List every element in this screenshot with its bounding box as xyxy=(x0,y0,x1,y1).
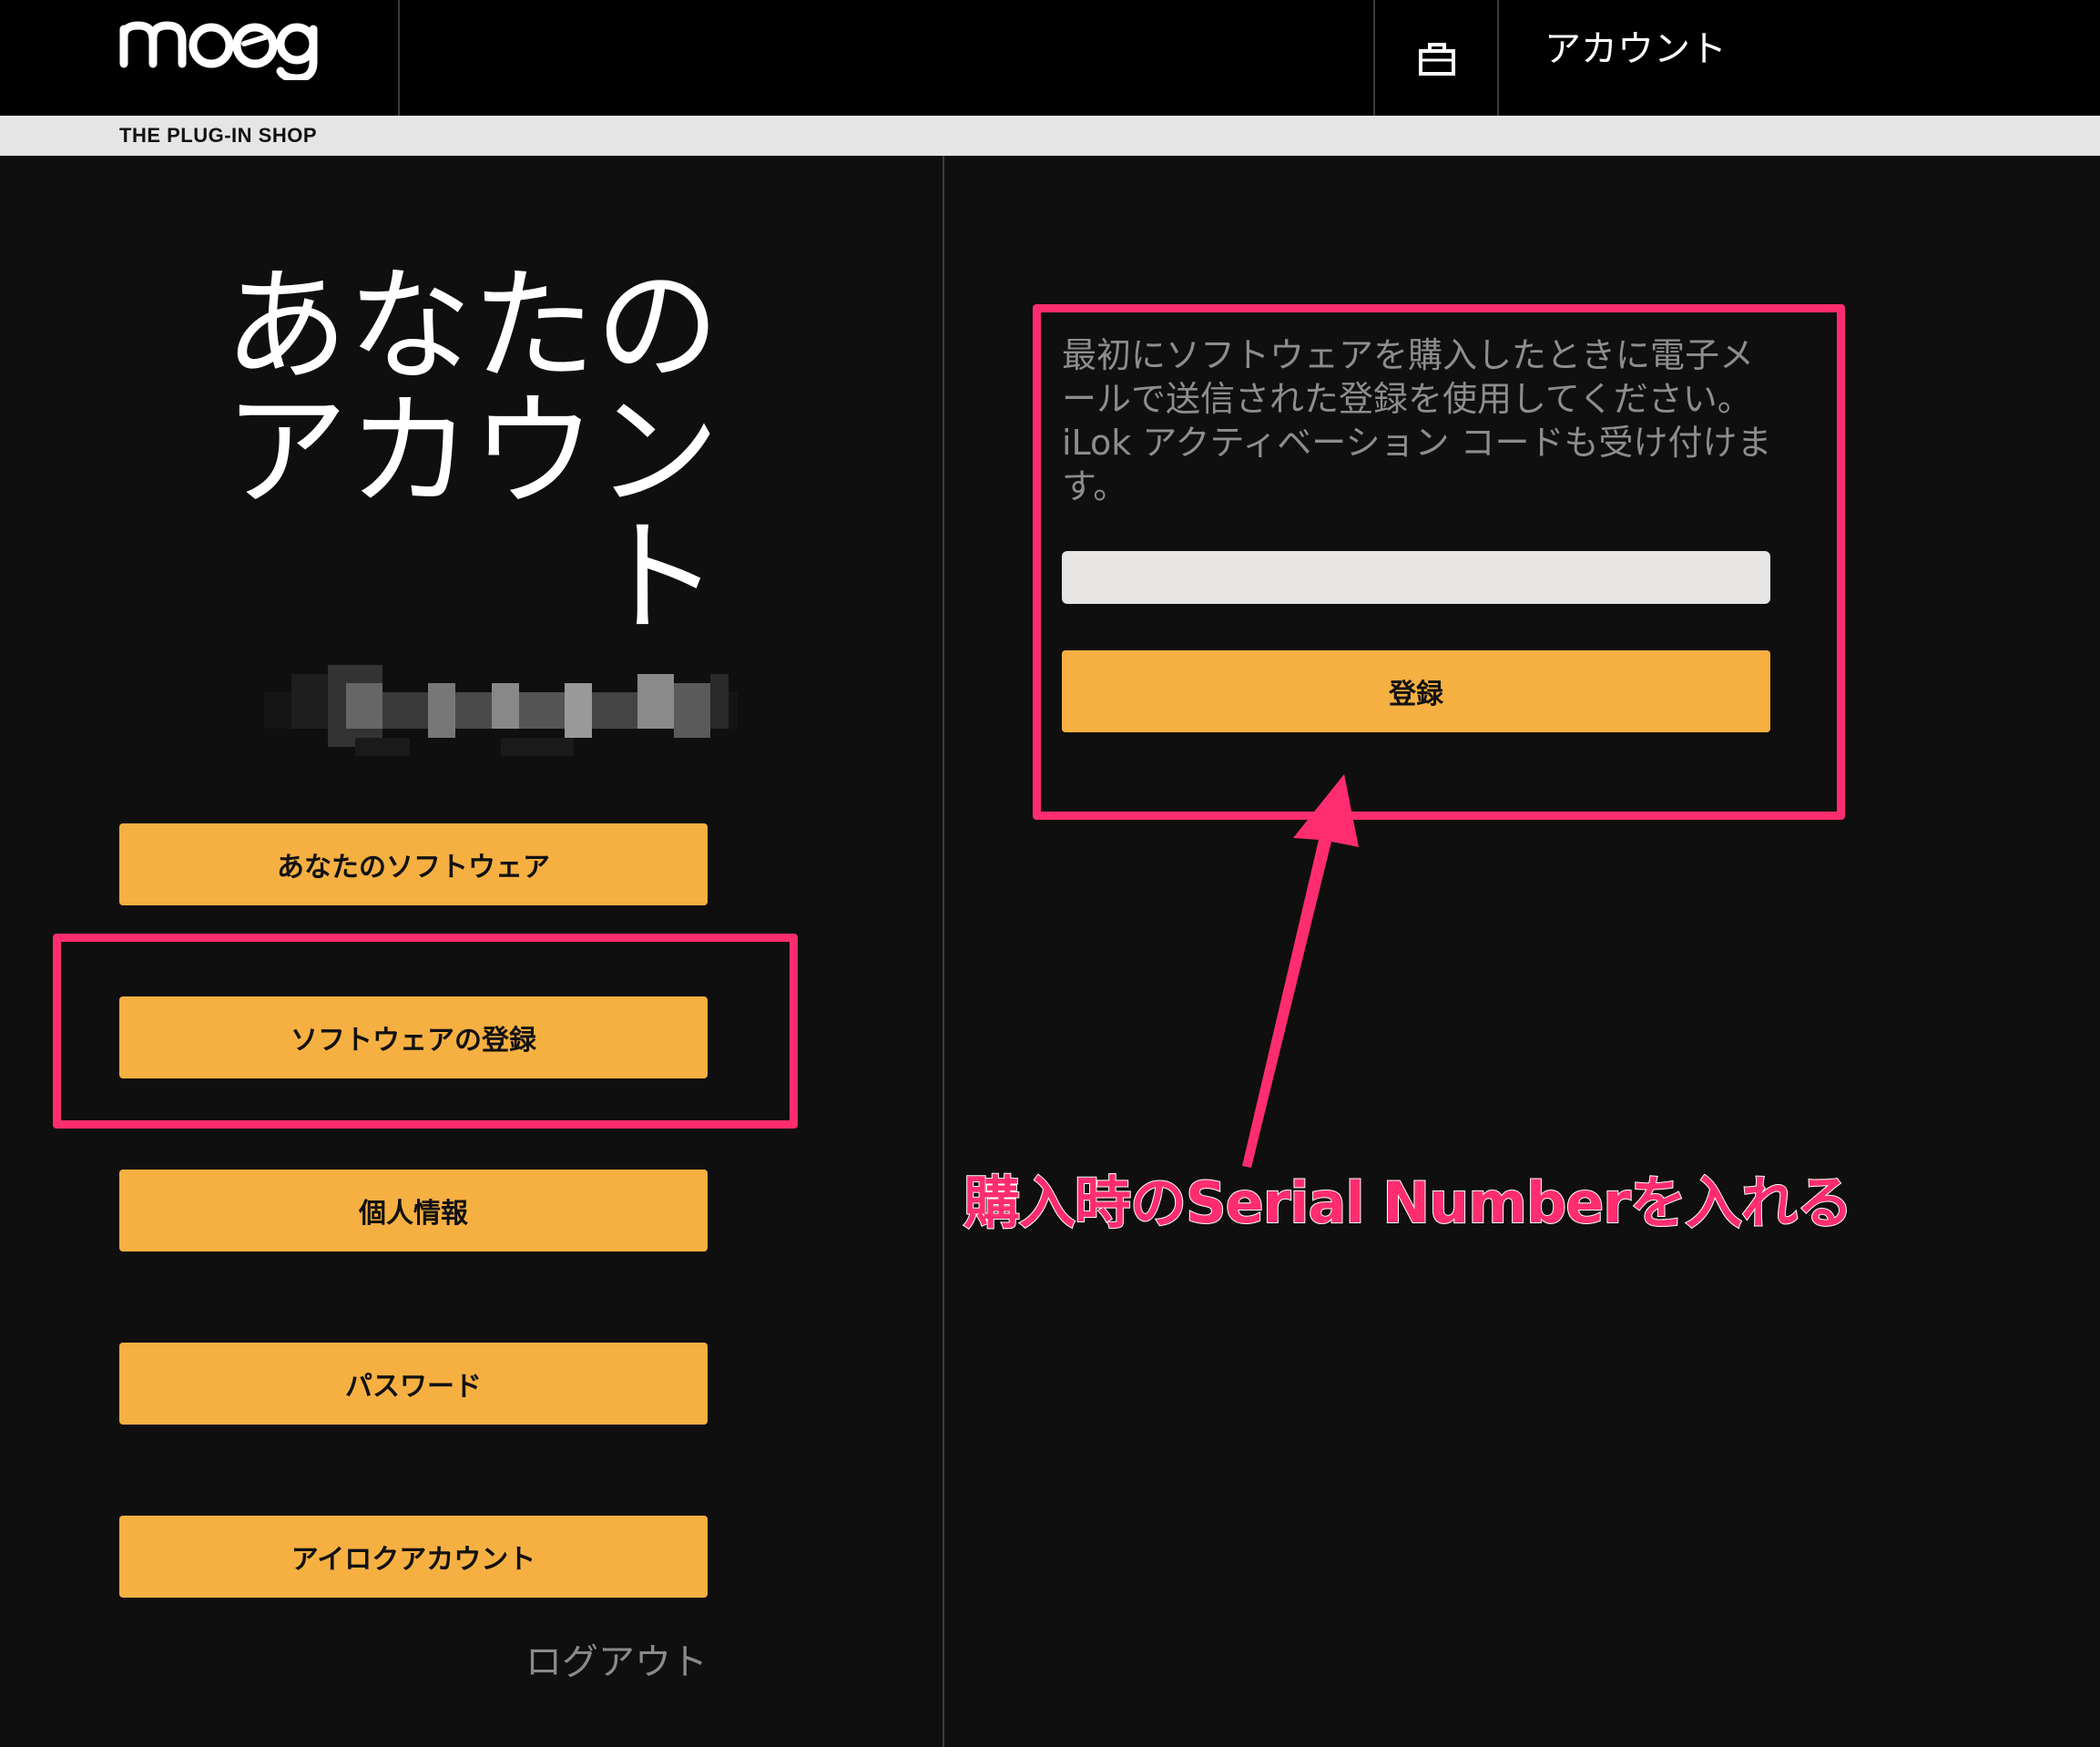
your-software-button[interactable]: あなたのソフトウェア xyxy=(119,823,708,905)
highlight-box-menu xyxy=(53,934,798,1129)
top-nav-bar: アカウント xyxy=(0,0,2100,116)
cart-button[interactable] xyxy=(1375,0,1499,116)
ilok-account-button[interactable]: アイロクアカウント xyxy=(119,1516,708,1598)
shop-subbar: THE PLUG-IN SHOP xyxy=(0,116,2100,156)
account-link[interactable]: アカウント xyxy=(1499,0,2100,91)
page-title: あなたの アカウン ト xyxy=(209,264,719,641)
pixelated-username xyxy=(264,665,738,756)
annotation-arrow-icon xyxy=(1242,774,1359,1168)
logout-link[interactable]: ログアウト xyxy=(510,1632,708,1685)
page-title-line: ト xyxy=(596,506,719,650)
column-divider xyxy=(943,156,944,1747)
shop-label[interactable]: THE PLUG-IN SHOP xyxy=(119,124,317,148)
page-title-line: アカウン xyxy=(224,381,719,525)
password-button[interactable]: パスワード xyxy=(119,1343,708,1425)
annotation-text: 購入時のSerial Numberを入れる xyxy=(963,1169,1854,1237)
moog-logo[interactable] xyxy=(117,9,340,80)
header-divider xyxy=(398,0,400,116)
highlight-box-form xyxy=(1033,304,1845,820)
shopping-bag-icon xyxy=(1419,42,1455,76)
page-title-line: あなたの xyxy=(224,255,719,399)
personal-info-button[interactable]: 個人情報 xyxy=(119,1170,708,1252)
